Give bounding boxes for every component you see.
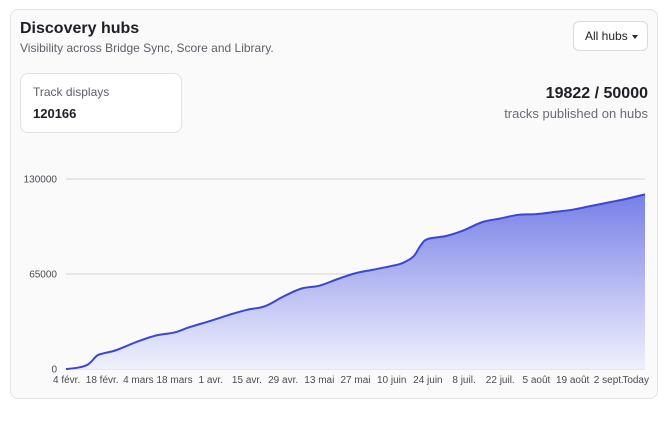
track-displays-area-chart: 0 65000 130000 4 févr. 18 févr. 4 mars 18 mar… — [24, 175, 649, 387]
x-tick-label: Today — [622, 375, 649, 386]
x-tick-label: 27 mai — [340, 375, 370, 386]
x-tick-label: 18 févr. — [86, 375, 119, 386]
area-fill — [66, 194, 645, 369]
x-tick-label: 22 juil. — [486, 375, 515, 386]
x-tick-label: 8 juil. — [452, 375, 475, 386]
x-tick-label: 2 sept. — [594, 375, 624, 386]
y-tick-label: 0 — [51, 365, 57, 376]
x-tick-label: 5 août — [523, 375, 551, 386]
x-tick-label: 19 août — [556, 375, 590, 386]
x-tick-label: 10 juin — [377, 375, 406, 386]
x-tick-label: 29 avr. — [268, 375, 298, 386]
x-tick-label: 24 juin — [413, 375, 442, 386]
x-tick-label: 15 avr. — [232, 375, 262, 386]
x-tick-label: 13 mai — [304, 375, 334, 386]
x-tick-label: 18 mars — [157, 375, 193, 386]
y-tick-label: 65000 — [29, 270, 57, 281]
x-tick-label: 4 mars — [123, 375, 154, 386]
x-tick-label: 4 févr. — [53, 375, 80, 386]
y-tick-label: 130000 — [24, 175, 58, 186]
x-tick-label: 1 avr. — [199, 375, 223, 386]
